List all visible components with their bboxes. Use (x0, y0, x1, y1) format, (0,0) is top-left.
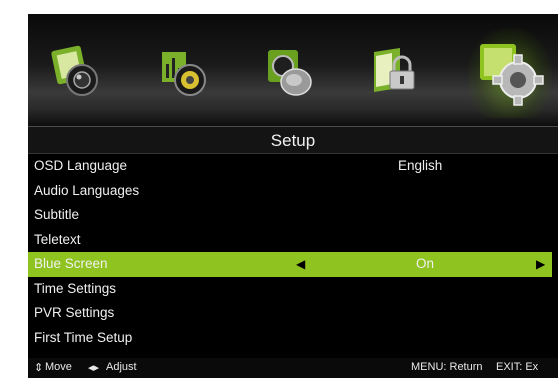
menu-item-label: OSD Language (34, 158, 128, 173)
menu-item-subtitle[interactable]: Subtitle (28, 203, 558, 228)
speaker-icon (162, 52, 206, 96)
setup-menu-list: OSD Language English Audio Languages Sub… (28, 154, 558, 350)
menu-item-value: English (398, 158, 443, 173)
menu-item-teletext[interactable]: Teletext (28, 228, 558, 253)
tab-channel[interactable] (254, 34, 324, 110)
satellite-dish-icon (268, 50, 312, 96)
tab-sound[interactable] (148, 34, 218, 110)
menu-return-hint: MENU: Return (411, 361, 483, 373)
move-hint: Move (45, 361, 72, 373)
gear-icon (480, 44, 544, 106)
menu-item-first-time-setup[interactable]: First Time Setup (28, 326, 558, 351)
arrow-right-icon[interactable]: ▶ (536, 257, 545, 271)
leftright-arrows-icon: ◂▸ (88, 362, 100, 374)
updown-arrows-icon: ⇕ (34, 362, 44, 374)
adjust-hint: Adjust (106, 361, 137, 373)
title-bar: Setup (28, 126, 558, 154)
menu-item-label: Blue Screen (34, 256, 108, 271)
menu-item-label: PVR Settings (34, 305, 115, 320)
menu-item-audio-languages[interactable]: Audio Languages (28, 179, 558, 204)
menu-item-value: On (416, 256, 435, 271)
menu-item-label: Subtitle (34, 207, 80, 222)
category-tab-bar (28, 14, 558, 126)
tv-osd-menu: Setup OSD Language English Audio Languag… (28, 14, 558, 378)
menu-item-label: Teletext (34, 231, 81, 247)
picture-icon (51, 45, 98, 96)
tab-setup[interactable] (468, 28, 552, 118)
tab-lock[interactable] (360, 34, 430, 110)
exit-hint: EXIT: Ex (496, 361, 539, 373)
menu-item-osd-language[interactable]: OSD Language English (28, 154, 558, 179)
menu-item-label: Time Settings (34, 280, 117, 296)
arrow-left-icon[interactable]: ◀ (296, 257, 305, 271)
lock-icon (374, 48, 415, 92)
menu-item-time-settings[interactable]: Time Settings (28, 277, 558, 302)
key-hint-bar: ⇕ Move ◂▸ Adjust MENU: Return EXIT: Ex (28, 358, 558, 378)
menu-item-label: Audio Languages (34, 182, 140, 198)
tab-picture[interactable] (42, 34, 112, 110)
page-title: Setup (270, 131, 316, 150)
menu-item-blue-screen[interactable]: Blue Screen ◀ On ▶ (28, 252, 552, 277)
menu-item-label: First Time Setup (34, 329, 133, 345)
menu-item-pvr-settings[interactable]: PVR Settings (28, 301, 558, 326)
